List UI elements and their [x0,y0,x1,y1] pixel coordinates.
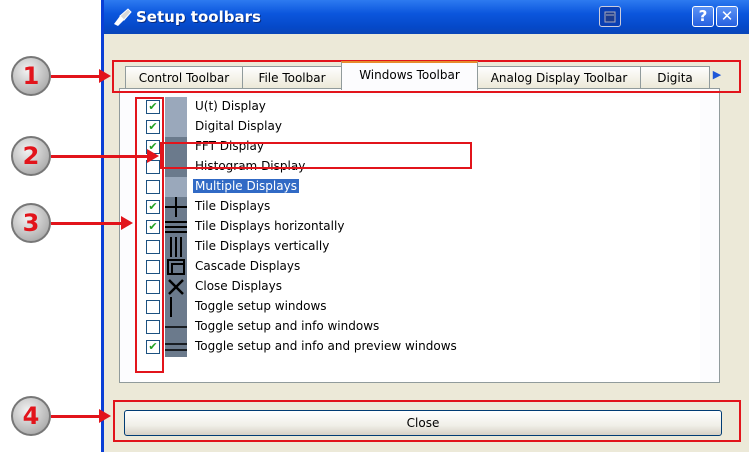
item-label: Close Displays [195,279,282,293]
highlight-checkbox-column [135,97,164,373]
callout-3: 3 [11,203,51,243]
highlight-fft-row [160,142,472,169]
callout-4: 4 [11,396,51,436]
tile-vertical-icon [165,237,187,257]
item-label: U(t) Display [195,99,266,113]
list-item[interactable]: Multiple Displays [140,177,700,197]
list-item[interactable]: ✔ Tile Displays horizontally [140,217,700,237]
close-displays-icon [165,277,187,297]
close-window-button[interactable]: ✕ [716,6,738,27]
item-label: Toggle setup and info and preview window… [195,339,457,353]
list-item[interactable]: Cascade Displays [140,257,700,277]
pin-button[interactable] [599,6,621,27]
tile-displays-icon [165,197,187,217]
arrow-4-line [51,415,101,418]
item-label: Digital Display [195,119,282,133]
arrow-3-head-icon [121,216,133,230]
callout-2: 2 [11,136,51,176]
help-button[interactable]: ? [692,6,714,27]
list-item[interactable]: Close Displays [140,277,700,297]
item-label: Toggle setup and info windows [195,319,380,333]
item-label: Cascade Displays [195,259,301,273]
list-item[interactable]: ✔ Tile Displays [140,197,700,217]
ut-display-icon [165,97,187,117]
arrow-1-head-icon [99,69,111,83]
list-item[interactable]: ✔ Toggle setup and info and preview wind… [140,337,700,357]
toolbar-item-list[interactable]: ✔ U(t) Display ✔ Digital Display ✔ FFT D… [140,97,700,382]
item-label: Toggle setup windows [195,299,327,313]
titlebar[interactable]: Setup toolbars ? ✕ [104,0,749,34]
item-label: Tile Displays vertically [195,239,330,253]
toggle-setup-info-preview-icon [165,337,187,357]
list-item[interactable]: ✔ U(t) Display [140,97,700,117]
arrow-2-line [51,155,149,158]
list-item[interactable]: Tile Displays vertically [140,237,700,257]
highlight-close-button [113,400,741,442]
list-item[interactable]: Toggle setup windows [140,297,700,317]
item-label: Tile Displays horizontally [195,219,345,233]
digital-display-icon [165,117,187,137]
app-icon [114,8,132,26]
tab-panel: ✔ U(t) Display ✔ Digital Display ✔ FFT D… [119,88,720,383]
pin-icon [604,11,616,23]
item-label-selected: Multiple Displays [193,179,299,193]
arrow-3-line [51,222,123,225]
multiple-displays-icon [165,177,187,197]
tile-horizontal-icon [165,217,187,237]
arrow-2-head-icon [147,149,159,163]
tab-windows-toolbar[interactable]: Windows Toolbar [341,61,478,90]
window-title: Setup toolbars [136,8,261,26]
arrow-4-head-icon [99,409,111,423]
list-item[interactable]: ✔ Digital Display [140,117,700,137]
toggle-setup-windows-icon [165,297,187,317]
toggle-setup-info-icon [165,317,187,337]
item-label: Tile Displays [195,199,271,213]
arrow-1-line [51,75,101,78]
list-item[interactable]: Toggle setup and info windows [140,317,700,337]
callout-1: 1 [11,56,51,96]
cascade-displays-icon [165,257,187,277]
